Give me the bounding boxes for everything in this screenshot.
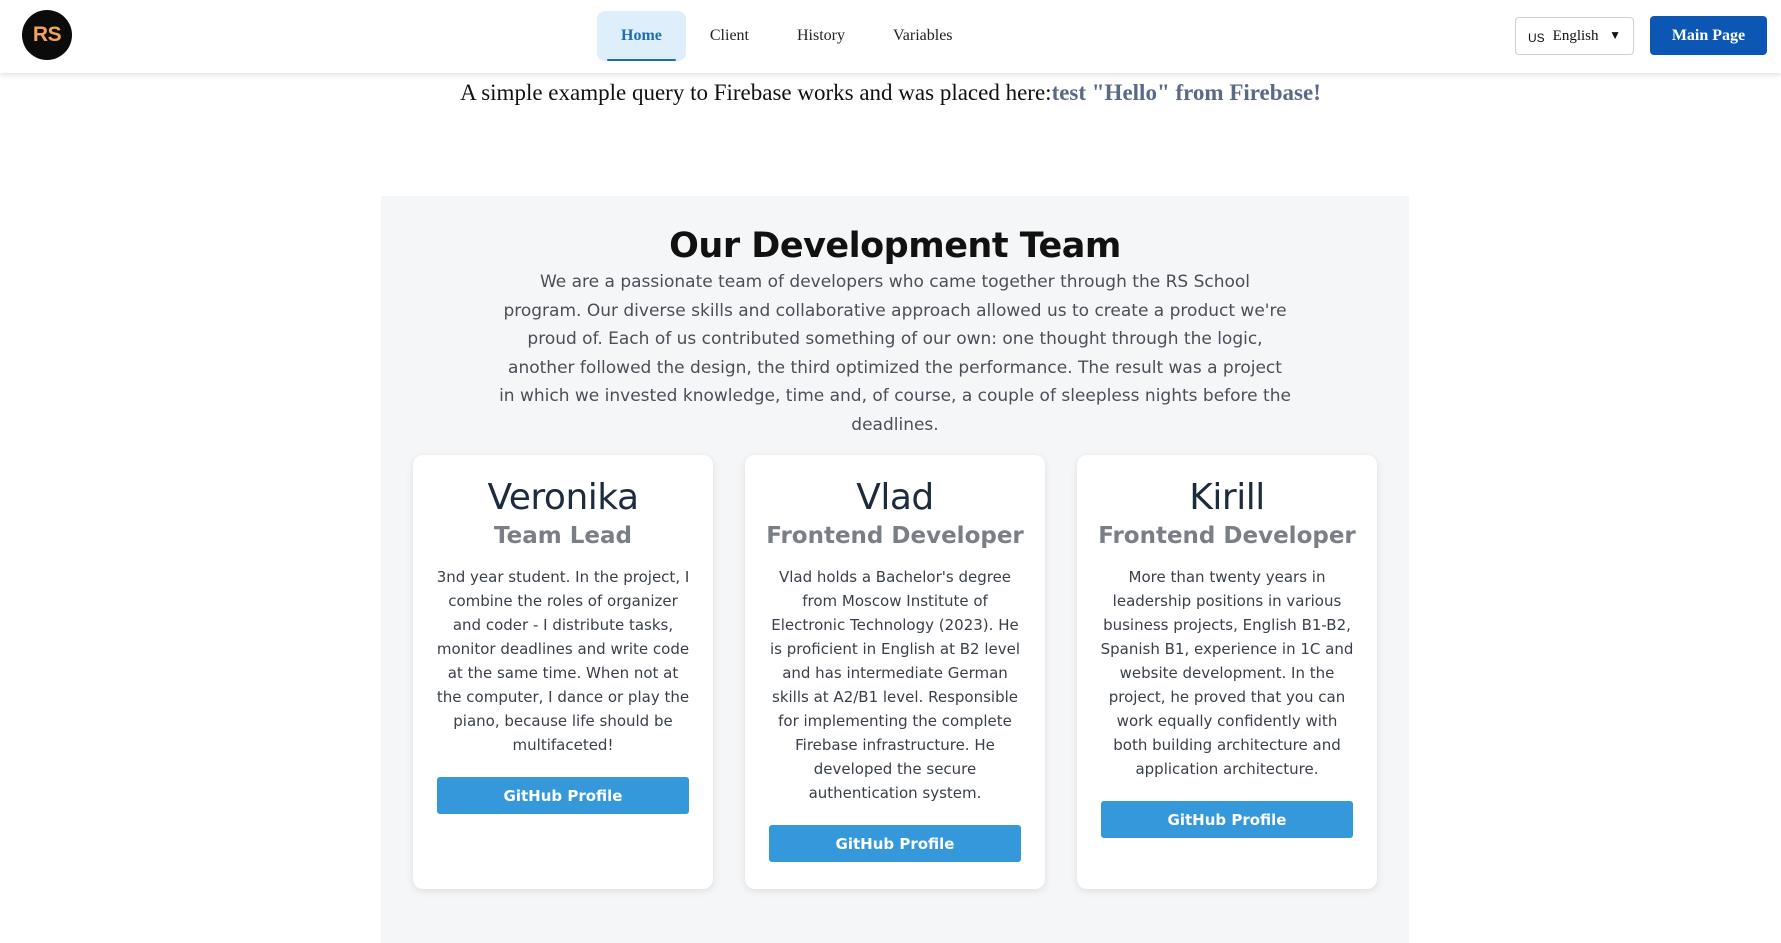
- member-card-vlad: Vlad Frontend Developer Vlad holds a Bac…: [745, 455, 1045, 889]
- github-profile-button[interactable]: GitHub Profile: [437, 777, 689, 814]
- nav-home[interactable]: Home: [597, 11, 686, 61]
- chevron-down-icon: ▼: [1609, 28, 1621, 42]
- member-bio: 3nd year student. In the project, I comb…: [436, 568, 690, 754]
- firebase-prefix: A simple example query to Firebase works…: [460, 80, 1052, 105]
- main-nav: Home Client History Variables: [597, 11, 977, 61]
- github-profile-button[interactable]: GitHub Profile: [1101, 801, 1353, 838]
- member-bio: More than twenty years in leadership pos…: [1100, 568, 1354, 778]
- rs-logo[interactable]: RS: [22, 10, 72, 60]
- team-description: We are a passionate team of developers w…: [499, 272, 1291, 435]
- member-role: Frontend Developer: [766, 523, 1024, 549]
- member-card-veronika: Veronika Team Lead 3nd year student. In …: [413, 455, 713, 889]
- language-select[interactable]: US English ▼: [1515, 17, 1634, 55]
- github-profile-button[interactable]: GitHub Profile: [769, 825, 1021, 862]
- us-flag-icon: US: [1528, 30, 1545, 45]
- member-name: Vlad: [856, 477, 934, 518]
- member-role: Team Lead: [494, 523, 632, 549]
- team-section: Our Development Team We are a passionate…: [381, 196, 1409, 943]
- member-name: Veronika: [487, 477, 639, 518]
- nav-history[interactable]: History: [773, 11, 869, 61]
- member-role: Frontend Developer: [1098, 523, 1356, 549]
- member-card-kirill: Kirill Frontend Developer More than twen…: [1077, 455, 1377, 889]
- member-name: Kirill: [1189, 477, 1265, 518]
- nav-variables[interactable]: Variables: [869, 11, 977, 61]
- top-header: RS Home Client History Variables US Engl…: [0, 0, 1781, 73]
- team-title: Our Development Team: [669, 226, 1121, 266]
- firebase-message: A simple example query to Firebase works…: [0, 80, 1781, 106]
- nav-client[interactable]: Client: [686, 11, 773, 61]
- firebase-value: test "Hello" from Firebase!: [1051, 80, 1321, 105]
- member-bio: Vlad holds a Bachelor's degree from Mosc…: [769, 568, 1021, 802]
- main-page-button[interactable]: Main Page: [1650, 16, 1767, 55]
- language-label: English: [1552, 27, 1599, 44]
